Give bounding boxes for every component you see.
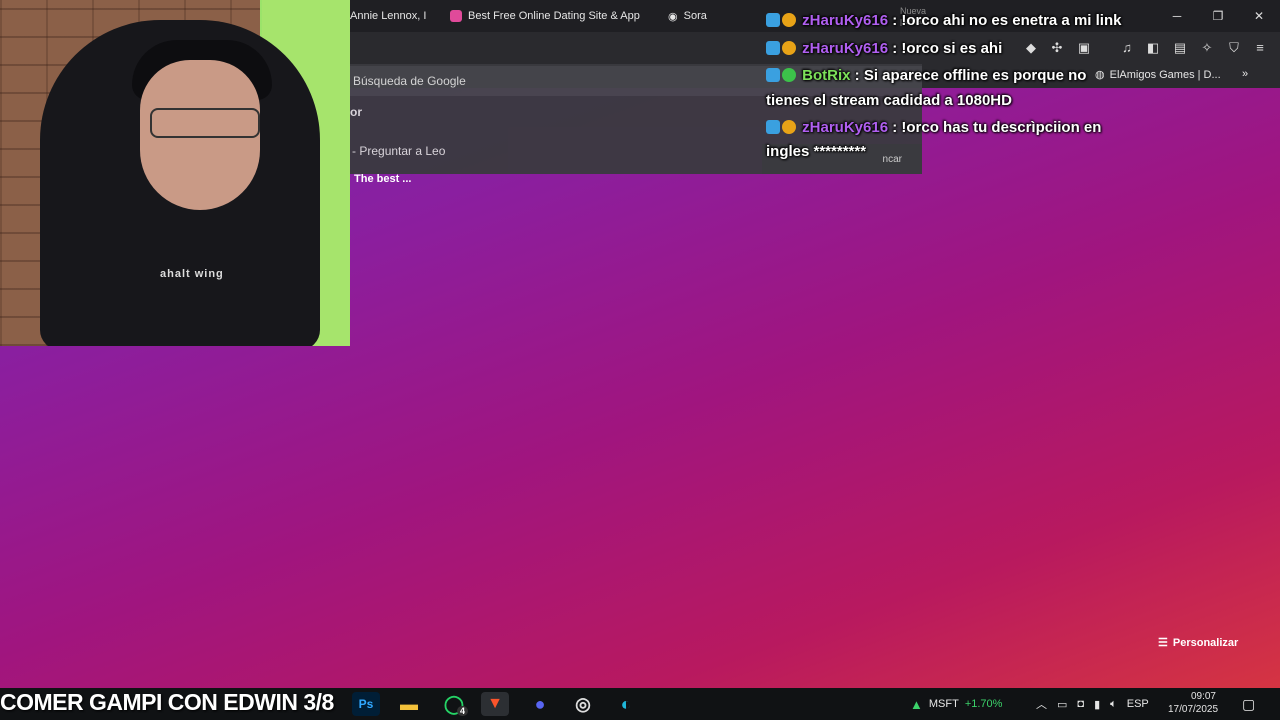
chat-message: BotRix : Si aparece offline es porque no bbox=[766, 64, 1086, 88]
more-bookmarks-icon[interactable]: » bbox=[1242, 68, 1248, 80]
microphone-icon[interactable]: ▮ bbox=[1094, 698, 1100, 711]
cube-badge-icon bbox=[766, 120, 780, 134]
customize-button[interactable]: ☰ Personalizar bbox=[1158, 636, 1239, 650]
tab-label: Annie Lennox, I bbox=[350, 10, 427, 22]
music-icon[interactable]: ♫ bbox=[1118, 40, 1136, 55]
suggestion-label: or bbox=[350, 105, 362, 119]
wallet-icon[interactable]: ▤ bbox=[1171, 40, 1189, 56]
discord-icon[interactable]: ● bbox=[526, 692, 554, 716]
chat-username: zHaruKy616 bbox=[802, 119, 889, 136]
language-indicator[interactable]: ESP bbox=[1127, 698, 1149, 710]
volume-icon[interactable]: 🔈︎ bbox=[1110, 698, 1117, 711]
trend-up-icon: ▲ bbox=[910, 696, 923, 712]
shortcut-label[interactable]: The best ... bbox=[354, 173, 411, 185]
ai-icon[interactable]: ✧ bbox=[1198, 40, 1216, 56]
chat-username: BotRix bbox=[802, 67, 851, 84]
fragment-text: ncar bbox=[882, 153, 902, 165]
chevron-up-icon[interactable]: ︿ bbox=[1036, 696, 1047, 712]
whatsapp-icon[interactable]: ◯ 4 bbox=[440, 692, 468, 716]
minimize-button[interactable]: ─ bbox=[1157, 0, 1197, 32]
file-explorer-icon[interactable]: ▬ bbox=[395, 692, 423, 716]
sliders-icon: ☰ bbox=[1158, 637, 1168, 649]
tab-dating-site[interactable]: Best Free Online Dating Site & App bbox=[450, 0, 650, 32]
tab-annie-lennox[interactable]: Annie Lennox, I bbox=[350, 0, 440, 32]
chat-text: : !orco has tu descrìpciion en bbox=[888, 119, 1102, 136]
tab-label: Best Free Online Dating Site & App bbox=[468, 10, 640, 22]
suggestion-label: Preguntar a Leo bbox=[359, 144, 446, 158]
camera-icon[interactable]: ◘ bbox=[1077, 698, 1084, 710]
sub-badge-icon bbox=[782, 120, 796, 134]
maximize-button[interactable]: ❐ bbox=[1198, 0, 1238, 32]
chat-message-continuation: ingles ********* bbox=[766, 143, 867, 160]
tab-sora[interactable]: ◉ Sora bbox=[668, 0, 748, 32]
dash-icon: - bbox=[352, 144, 360, 158]
notifications-icon[interactable]: ▢ bbox=[1242, 688, 1255, 720]
extensions-icon[interactable]: ✣ bbox=[1048, 40, 1066, 56]
system-tray: ︿ ▭ ◘ ▮ 🔈︎ ESP bbox=[1036, 688, 1149, 720]
photoshop-app-icon[interactable]: Ps bbox=[352, 692, 380, 716]
webcam-overlay: ahalt wing bbox=[0, 0, 350, 346]
clock[interactable]: 09:07 17/07/2025 bbox=[1168, 690, 1219, 716]
shirt-text: ahalt wing bbox=[160, 268, 224, 280]
stock-widget[interactable]: ▲ MSFT +1.70% bbox=[910, 688, 1002, 720]
stock-symbol: MSFT bbox=[928, 698, 959, 710]
chat-text: : Si aparece offline es porque no bbox=[850, 67, 1087, 84]
chat-message-continuation: tienes el stream cadidad a 1080HD bbox=[766, 92, 1012, 109]
clock-time: 09:07 bbox=[1190, 691, 1216, 702]
suggestion-label: Búsqueda de Google bbox=[353, 74, 466, 88]
sub-badge-icon bbox=[782, 13, 796, 27]
chat-message: zHaruKy616 : !orco si es ahi bbox=[766, 37, 1002, 61]
chat-text: : !orco ahi no es enetra a mi link bbox=[888, 12, 1122, 29]
chat-text: : !orco si es ahi bbox=[888, 40, 1003, 57]
whatsapp-badge: 4 bbox=[456, 706, 468, 716]
obs-icon[interactable]: ◎ bbox=[569, 692, 597, 716]
stream-title-ticker: COMER GAMPI CON EDWIN 3/8 bbox=[0, 689, 334, 715]
bookmark-elamigos[interactable]: ◍ ElAmigos Games | D... bbox=[1095, 68, 1221, 82]
verified-badge-icon bbox=[782, 68, 796, 82]
chat-username: zHaruKy616 bbox=[802, 12, 889, 29]
globe-icon: ◍ bbox=[1095, 69, 1105, 81]
shield-icon[interactable]: ⛉ bbox=[1225, 40, 1243, 56]
heart-icon bbox=[450, 10, 462, 22]
stock-change: +1.70% bbox=[964, 698, 1003, 710]
sidebar-icon[interactable]: ◧ bbox=[1144, 40, 1162, 56]
network-icon[interactable]: ▭ bbox=[1057, 698, 1067, 711]
glasses bbox=[150, 108, 260, 138]
cube-badge-icon bbox=[766, 13, 780, 27]
sub-badge-icon bbox=[782, 41, 796, 55]
chat-message: zHaruKy616 : !orco has tu descrìpciion e… bbox=[766, 116, 1101, 140]
menu-icon[interactable]: ≡ bbox=[1251, 40, 1269, 55]
edge-icon[interactable]: ◐ bbox=[612, 692, 640, 716]
customize-label: Personalizar bbox=[1172, 636, 1239, 649]
clock-date: 17/07/2025 bbox=[1168, 704, 1219, 715]
tab-label: Sora bbox=[683, 10, 707, 22]
close-button[interactable]: ✕ bbox=[1239, 0, 1279, 32]
bot-badge-icon bbox=[766, 68, 780, 82]
leo-icon[interactable]: ◆ bbox=[1022, 40, 1040, 56]
chat-username: zHaruKy616 bbox=[802, 40, 889, 57]
bookmark-label: ElAmigos Games | D... bbox=[1109, 68, 1221, 81]
cube-badge-icon bbox=[766, 41, 780, 55]
brave-browser-icon[interactable]: ▼ bbox=[481, 692, 509, 716]
tab-search-icon[interactable]: ▣ bbox=[1075, 40, 1093, 56]
sora-icon: ◉ bbox=[668, 10, 678, 23]
chat-message: zHaruKy616 : !orco ahi no es enetra a mi… bbox=[766, 9, 1121, 33]
